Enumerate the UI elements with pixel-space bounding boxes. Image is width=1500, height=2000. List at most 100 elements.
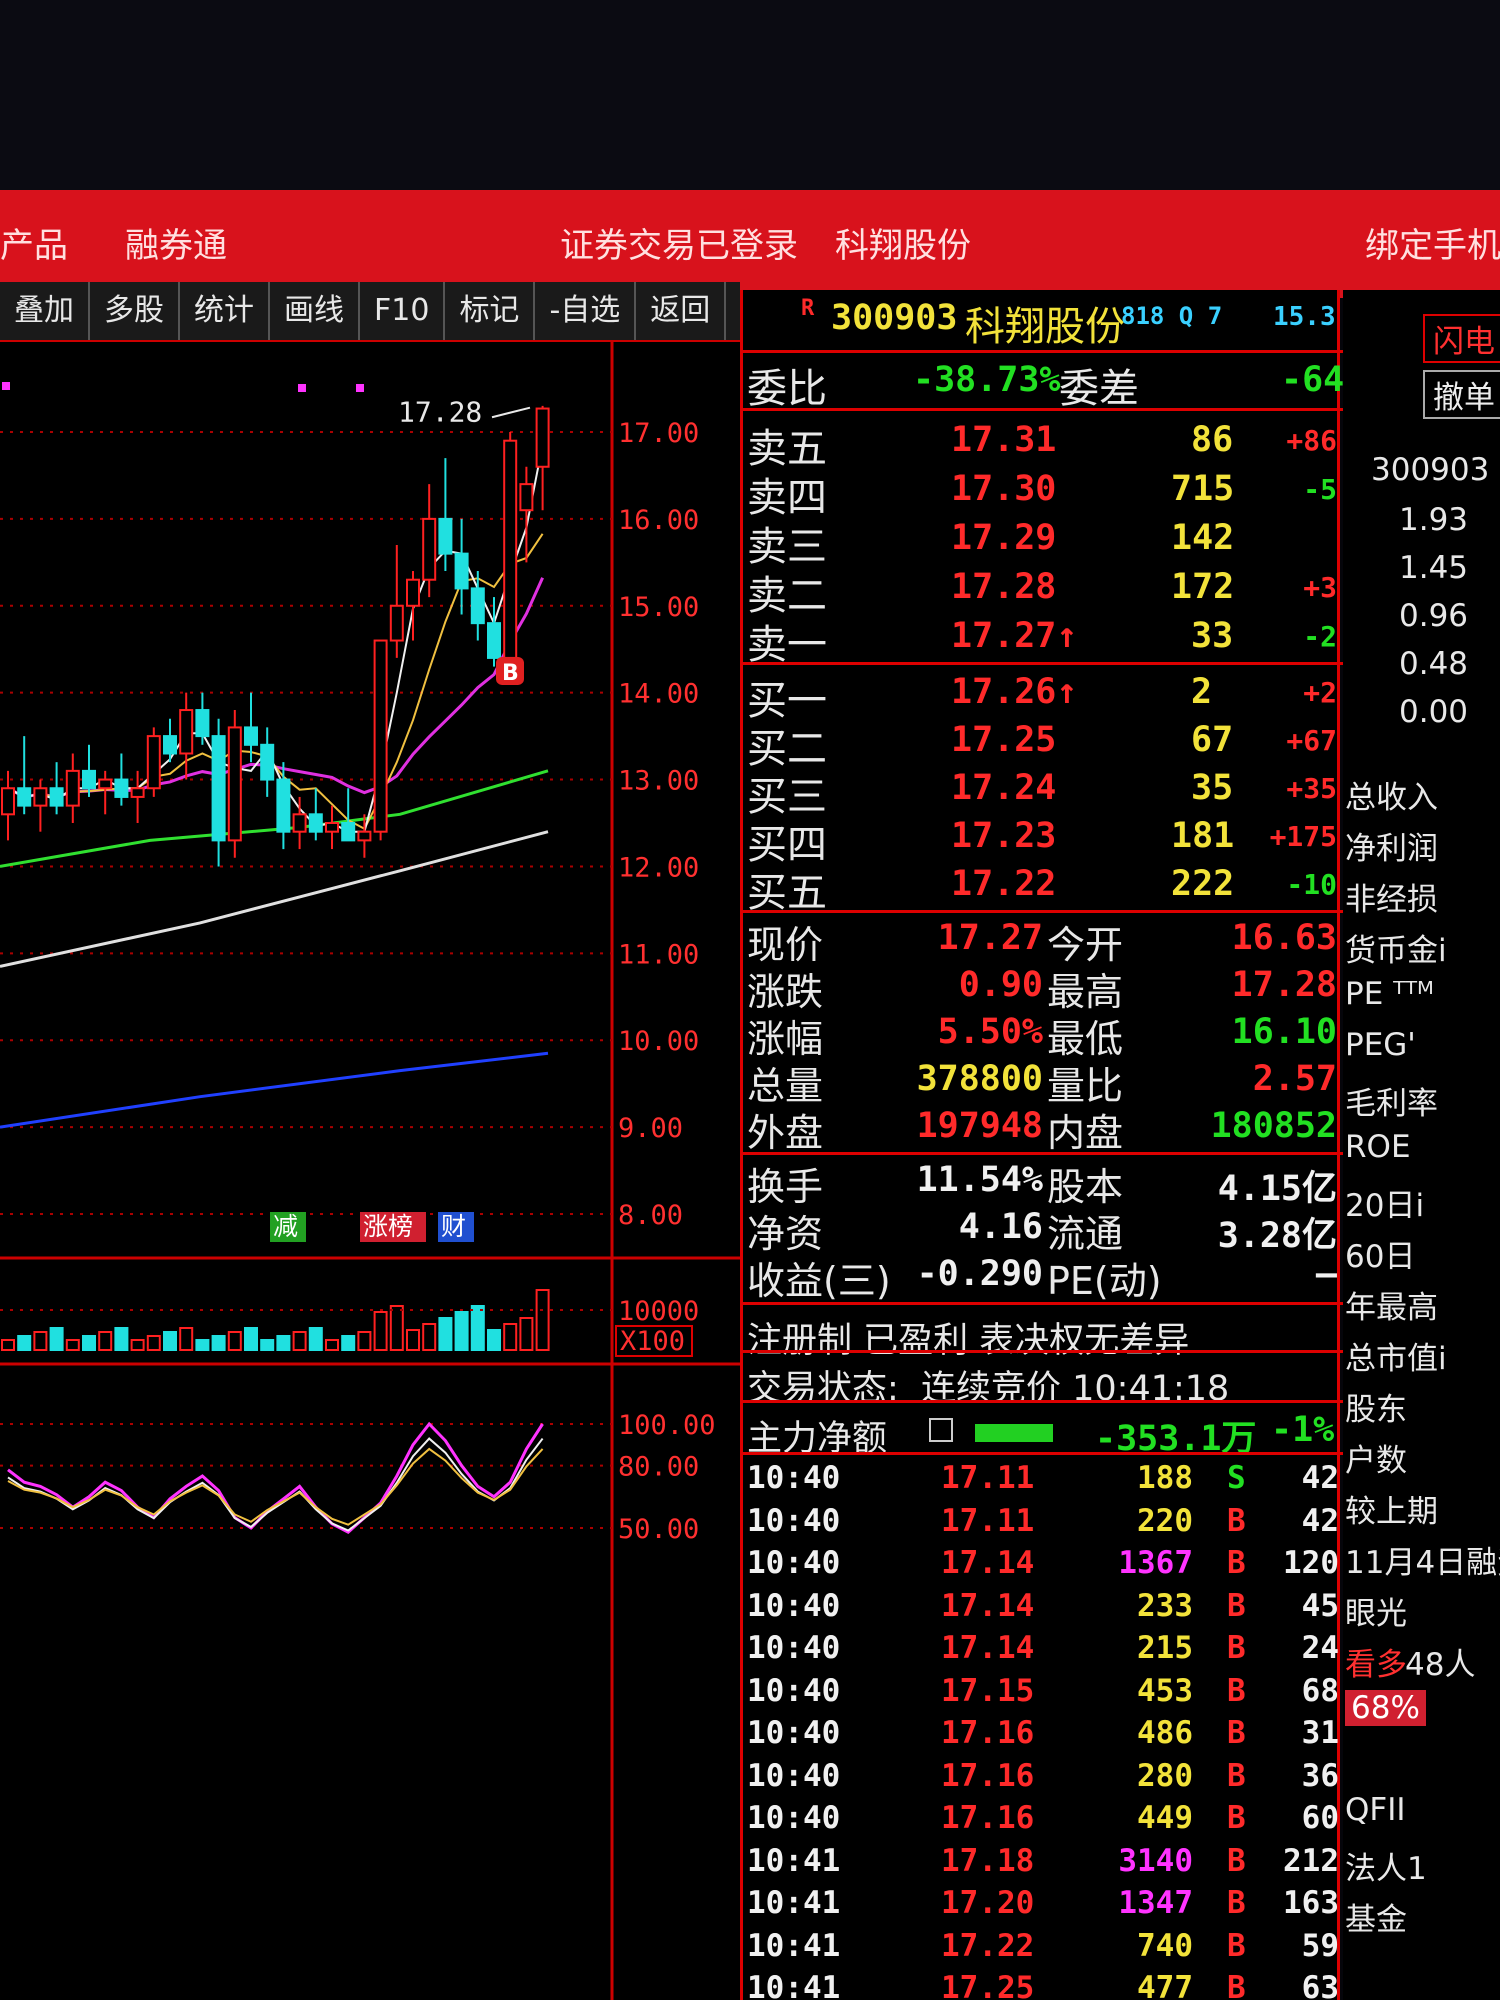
- candle-body: [325, 822, 339, 833]
- stat-value: 378800: [916, 1059, 1043, 1099]
- toolbar-back-button[interactable]: 返回: [636, 282, 727, 340]
- stat-row: 外盘 197948 内盘 180852: [743, 1104, 1343, 1155]
- volume-bar: [114, 1327, 129, 1351]
- right-fin-label: 20日i: [1345, 1188, 1425, 1224]
- candle-body: [65, 769, 80, 807]
- candle-body: [98, 778, 113, 790]
- right-fin-label: 总市值i: [1345, 1341, 1447, 1377]
- volume-bar: [357, 1331, 372, 1351]
- right-value: 1.45: [1399, 550, 1469, 586]
- kline-chart[interactable]: 17.00 16.00 15.00 14.00 13.00 12.00 11.00 10.00…: [0, 342, 740, 2000]
- tick-volume: 449: [1137, 1800, 1193, 1836]
- toolbar-mark-button[interactable]: 标记: [445, 282, 536, 340]
- volume-bar: [195, 1339, 210, 1351]
- stat-value: 17.27: [937, 918, 1043, 958]
- tick-time: 10:40: [747, 1715, 841, 1751]
- tick-count: 59: [1301, 1927, 1339, 1964]
- menu-item-bind-phone[interactable]: 绑定手机: [1365, 218, 1500, 267]
- price-tick-label: 8.00: [618, 1200, 683, 1231]
- menu-item-trade-login-status[interactable]: 证券交易已登录: [560, 218, 798, 267]
- indicator-d-line: [7, 1437, 544, 1532]
- candle-body: [406, 578, 420, 607]
- tick-time: 10:40: [747, 1460, 841, 1496]
- weibi-value: -38.73%: [913, 360, 1061, 400]
- trade-status-label: 交易状态:: [747, 1369, 899, 1409]
- stat-row: 总量 378800 量比 2.57: [743, 1057, 1343, 1108]
- right-fin-label: 年最高: [1345, 1290, 1438, 1326]
- tick-direction: S: [1227, 1460, 1246, 1496]
- toolbar-draw-line-button[interactable]: 画线: [270, 282, 360, 340]
- stat-row: 涨跌 0.90 最高 17.28: [743, 963, 1343, 1014]
- tick-direction: B: [1227, 1970, 1246, 2000]
- tick-volume: 486: [1137, 1715, 1193, 1751]
- right-value: 0.96: [1399, 598, 1469, 634]
- candle-body: [454, 552, 469, 590]
- candle-body: [373, 639, 388, 833]
- tick-count: 36: [1301, 1757, 1339, 1794]
- quote-name: 科翔股份: [965, 304, 1125, 350]
- flash-order-button[interactable]: 闪电: [1423, 314, 1500, 363]
- quote-panel: R 300903 科翔股份 818 Q 7 15.3 委比 -38.73% 委差…: [740, 290, 1365, 2000]
- quote-header-extra: 818 Q 7: [1121, 302, 1223, 330]
- volume-bar: [406, 1329, 420, 1351]
- volume-bar: [163, 1331, 177, 1351]
- tick-volume: 3140: [1118, 1842, 1193, 1879]
- right-fin-label: PEG': [1345, 1027, 1416, 1063]
- chart-toolbar: 叠加 多股 统计 画线 F10 标记 -自选 返回: [0, 282, 740, 342]
- stat-value: 2.57: [1252, 1059, 1337, 1099]
- candle-body: [146, 735, 161, 790]
- right-fin-label: 股东: [1345, 1392, 1407, 1428]
- tick-direction: B: [1227, 1672, 1246, 1709]
- cancel-order-button[interactable]: 撤单: [1423, 370, 1500, 419]
- toolbar-f10-button[interactable]: F10: [360, 282, 446, 340]
- candle-body: [244, 726, 258, 746]
- toolbar-overlay-button[interactable]: 叠加: [0, 282, 90, 340]
- menu-item-products[interactable]: 产品: [0, 218, 68, 267]
- toolbar-statistics-button[interactable]: 统计: [180, 282, 270, 340]
- tick-row: 10:40 17.11 188 S 42: [743, 1458, 1343, 1506]
- stat-label: 外盘: [747, 1111, 824, 1155]
- stat-label: 内盘: [1047, 1111, 1124, 1155]
- menu-item-margin-lending[interactable]: 融券通: [125, 218, 227, 267]
- fund-label: PE(动): [1047, 1259, 1162, 1303]
- sell-change: -5: [1303, 473, 1337, 506]
- candle-body: [341, 822, 356, 842]
- tick-row: 10:41 17.20 1347 B 163: [743, 1883, 1343, 1931]
- sell-volume: 86: [1191, 420, 1234, 460]
- volume-bar: [244, 1327, 258, 1351]
- right-fin-label: 11月4日融资: [1345, 1545, 1500, 1581]
- sell-row: 卖二 17.28 172 +3: [743, 565, 1343, 619]
- kline-chart-area[interactable]: 17.00 16.00 15.00 14.00 13.00 12.00 11.00 10.00…: [0, 342, 740, 2000]
- tick-direction: B: [1227, 1885, 1246, 1921]
- buy-row: 买二 17.25 67 +67: [743, 718, 1343, 772]
- event-tag-label: 减: [273, 1212, 298, 1241]
- candle-body: [211, 735, 226, 842]
- tick-direction: B: [1227, 1587, 1246, 1624]
- toolbar-watchlist-button[interactable]: -自选: [535, 282, 637, 340]
- volume-bar: [454, 1311, 469, 1351]
- tick-price: 17.16: [941, 1800, 1035, 1836]
- separator: [743, 1452, 1343, 1455]
- volume-bar: [519, 1317, 534, 1351]
- tick-price: 17.16: [941, 1757, 1035, 1794]
- fund-label: 收益(三): [747, 1259, 891, 1303]
- right-value: 0.00: [1399, 694, 1469, 730]
- price-tick-label: 14.00: [618, 679, 699, 710]
- trade-status-value: 连续竞价 10:41:18: [921, 1369, 1230, 1409]
- signal-dot: [356, 384, 364, 392]
- toolbar-multi-stock-button[interactable]: 多股: [90, 282, 180, 340]
- volume-bar: [146, 1335, 161, 1351]
- stat-value: 16.10: [1231, 1012, 1337, 1052]
- tick-price: 17.14: [941, 1587, 1035, 1624]
- tick-time: 10:41: [747, 1927, 841, 1964]
- volume-bar: [325, 1339, 339, 1351]
- sell-row: 卖四 17.30 715 -5: [743, 467, 1343, 521]
- volume-bar: [1, 1339, 15, 1351]
- menu-item-stock-name[interactable]: 科翔股份: [835, 218, 971, 267]
- tick-price: 17.25: [941, 1970, 1035, 2000]
- tick-volume: 188: [1137, 1460, 1193, 1496]
- separator: [743, 1152, 1343, 1155]
- tick-price: 17.11: [941, 1460, 1035, 1496]
- candle-body: [470, 587, 485, 625]
- list-icon[interactable]: [929, 1418, 953, 1442]
